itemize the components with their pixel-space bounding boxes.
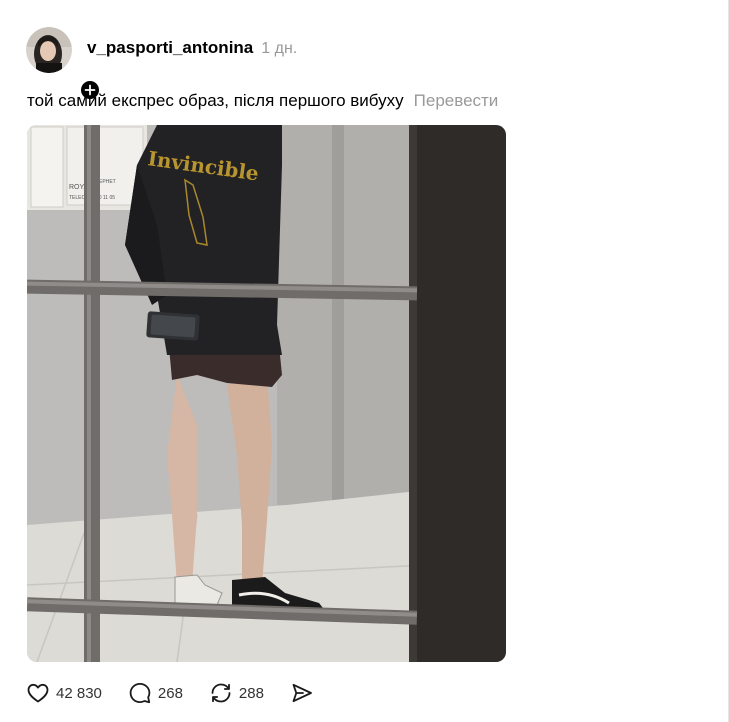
comment-bubble-icon [129,683,151,704]
translate-link[interactable]: Перевести [414,91,499,111]
send-icon [292,683,312,703]
post-timestamp[interactable]: 1 дн. [261,40,297,58]
action-bar: 42 830 268 288 [26,680,314,706]
mirror-selfie-photo: ROYA ІНТЕРНЕТ TELEC 4 300 11 05 Invincib… [27,125,506,662]
repost-count: 288 [238,684,264,702]
caption-row: той самий експрес образ, після першого в… [27,91,498,115]
like-count: 42 830 [56,684,102,702]
post-header: v_pasporti_antonina 1 дн. [87,38,297,62]
avatar[interactable] [26,27,101,101]
comment-count: 268 [157,684,183,702]
share-button[interactable] [290,681,314,705]
sign-text-3: TELEC [69,195,86,201]
avatar-image [26,27,72,73]
repost-icon [211,683,231,703]
repost-button[interactable]: 288 [209,681,264,705]
post-caption: той самий експрес образ, після першого в… [27,91,404,110]
username-link[interactable]: v_pasporti_antonina [87,38,253,58]
like-button[interactable]: 42 830 [26,681,102,705]
post-card: v_pasporti_antonina 1 дн. той самий експ… [0,0,728,722]
heart-icon [27,683,49,703]
comment-button[interactable]: 268 [128,681,183,705]
post-photo[interactable]: ROYA ІНТЕРНЕТ TELEC 4 300 11 05 Invincib… [27,125,506,662]
